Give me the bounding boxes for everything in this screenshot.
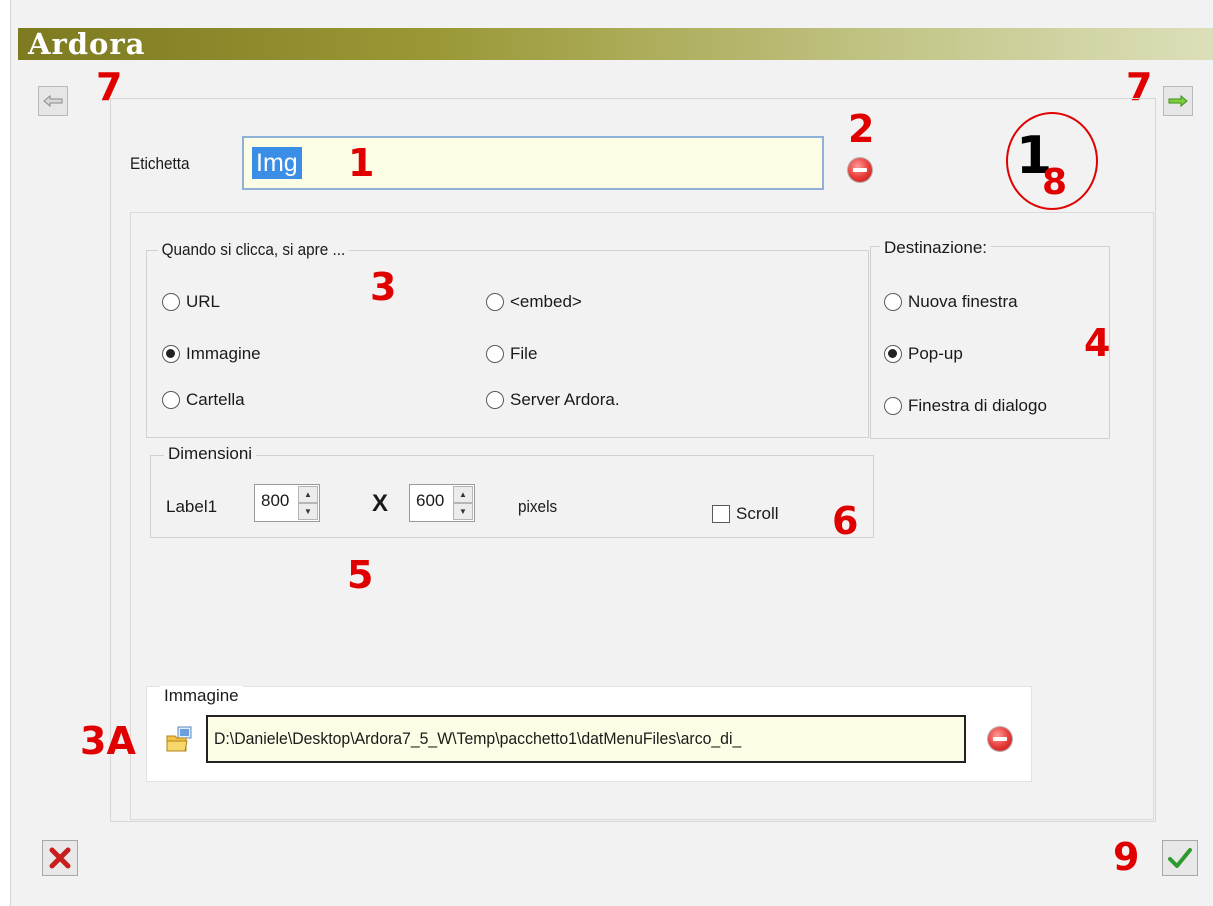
radio-cartella-indicator bbox=[162, 391, 180, 409]
dimensions-group-title: Dimensioni bbox=[164, 444, 257, 464]
radio-immagine-label: Immagine bbox=[186, 344, 261, 363]
annotation-9: 9 bbox=[1113, 835, 1140, 879]
scroll-checkbox[interactable]: Scroll bbox=[712, 504, 779, 524]
width-value: 800 bbox=[261, 491, 290, 510]
radio-finestra-di-dialogo[interactable]: Finestra di dialogo bbox=[884, 396, 1047, 416]
arrow-left-icon bbox=[43, 95, 63, 107]
clear-label-button[interactable] bbox=[848, 158, 872, 182]
annotation-3: 3 bbox=[370, 265, 397, 309]
dimensions-label: Label1 bbox=[166, 497, 218, 516]
width-increment-button[interactable]: ▲ bbox=[298, 486, 318, 503]
scroll-checkbox-label: Scroll bbox=[736, 504, 779, 523]
dimensions-separator: X bbox=[372, 490, 389, 517]
open-target-group-title: Quando si clicca, si apre ... bbox=[158, 240, 349, 260]
radio-pop-up[interactable]: Pop-up bbox=[884, 344, 963, 364]
radio-cartella[interactable]: Cartella bbox=[162, 390, 245, 410]
radio-url-indicator bbox=[162, 293, 180, 311]
browse-button[interactable] bbox=[166, 726, 194, 752]
annotation-2: 2 bbox=[848, 107, 875, 151]
x-icon bbox=[49, 847, 71, 869]
height-spinner[interactable]: 600 ▲ ▼ bbox=[409, 484, 475, 522]
destination-group-title: Destinazione: bbox=[880, 238, 992, 258]
folder-browse-icon bbox=[166, 726, 192, 752]
radio-cartella-label: Cartella bbox=[186, 390, 245, 409]
radio-embed[interactable]: <embed> bbox=[486, 292, 582, 312]
radio-nuova-finestra-label: Nuova finestra bbox=[908, 292, 1018, 311]
image-path-value: D:\Daniele\Desktop\Ardora7_5_W\Temp\pacc… bbox=[214, 729, 742, 748]
radio-immagine-indicator bbox=[162, 345, 180, 363]
cancel-button[interactable] bbox=[42, 840, 78, 876]
annotation-1: 1 bbox=[348, 141, 375, 185]
title-bar: Ardora bbox=[18, 28, 1213, 60]
image-group-title: Immagine bbox=[160, 686, 243, 706]
height-decrement-button[interactable]: ▼ bbox=[453, 503, 473, 520]
radio-embed-label: <embed> bbox=[510, 292, 582, 311]
annotation-4: 4 bbox=[1084, 321, 1111, 365]
radio-server-ardora[interactable]: Server Ardora. bbox=[486, 390, 620, 410]
width-spinner[interactable]: 800 ▲ ▼ bbox=[254, 484, 320, 522]
radio-immagine[interactable]: Immagine bbox=[162, 344, 261, 364]
image-path-input[interactable]: D:\Daniele\Desktop\Ardora7_5_W\Temp\pacc… bbox=[206, 715, 966, 763]
label-input-value: Img bbox=[252, 147, 302, 179]
checkmark-icon bbox=[1168, 848, 1192, 868]
radio-url-label: URL bbox=[186, 292, 221, 311]
annotation-8-subscript: 8 bbox=[1042, 162, 1068, 203]
radio-pop-up-label: Pop-up bbox=[908, 344, 963, 363]
height-increment-button[interactable]: ▲ bbox=[453, 486, 473, 503]
radio-server-ardora-label: Server Ardora. bbox=[510, 390, 620, 409]
radio-server-ardora-indicator bbox=[486, 391, 504, 409]
radio-finestra-di-dialogo-label: Finestra di dialogo bbox=[908, 396, 1047, 415]
radio-nuova-finestra[interactable]: Nuova finestra bbox=[884, 292, 1018, 312]
dimensions-unit: pixels bbox=[518, 497, 558, 516]
annotation-6: 6 bbox=[832, 499, 859, 543]
label-field-caption: Etichetta bbox=[130, 154, 190, 173]
radio-file-indicator bbox=[486, 345, 504, 363]
height-value: 600 bbox=[416, 491, 445, 510]
height-spinner-arrows: ▲ ▼ bbox=[453, 486, 473, 520]
radio-pop-up-indicator bbox=[884, 345, 902, 363]
width-decrement-button[interactable]: ▼ bbox=[298, 503, 318, 520]
radio-finestra-di-dialogo-indicator bbox=[884, 397, 902, 415]
radio-url[interactable]: URL bbox=[162, 292, 220, 312]
scroll-checkbox-box bbox=[712, 505, 730, 523]
radio-file[interactable]: File bbox=[486, 344, 537, 364]
next-button[interactable] bbox=[1163, 86, 1193, 116]
previous-button[interactable] bbox=[38, 86, 68, 116]
annotation-5: 5 bbox=[347, 553, 374, 597]
window-title: Ardora bbox=[28, 27, 146, 61]
clear-image-button[interactable] bbox=[988, 727, 1012, 751]
radio-nuova-finestra-indicator bbox=[884, 293, 902, 311]
confirm-button[interactable] bbox=[1162, 840, 1198, 876]
arrow-right-icon bbox=[1168, 95, 1188, 107]
radio-embed-indicator bbox=[486, 293, 504, 311]
label-input[interactable]: Img bbox=[242, 136, 824, 190]
width-spinner-arrows: ▲ ▼ bbox=[298, 486, 318, 520]
radio-file-label: File bbox=[510, 344, 538, 363]
annotation-3a: 3A bbox=[80, 719, 136, 763]
